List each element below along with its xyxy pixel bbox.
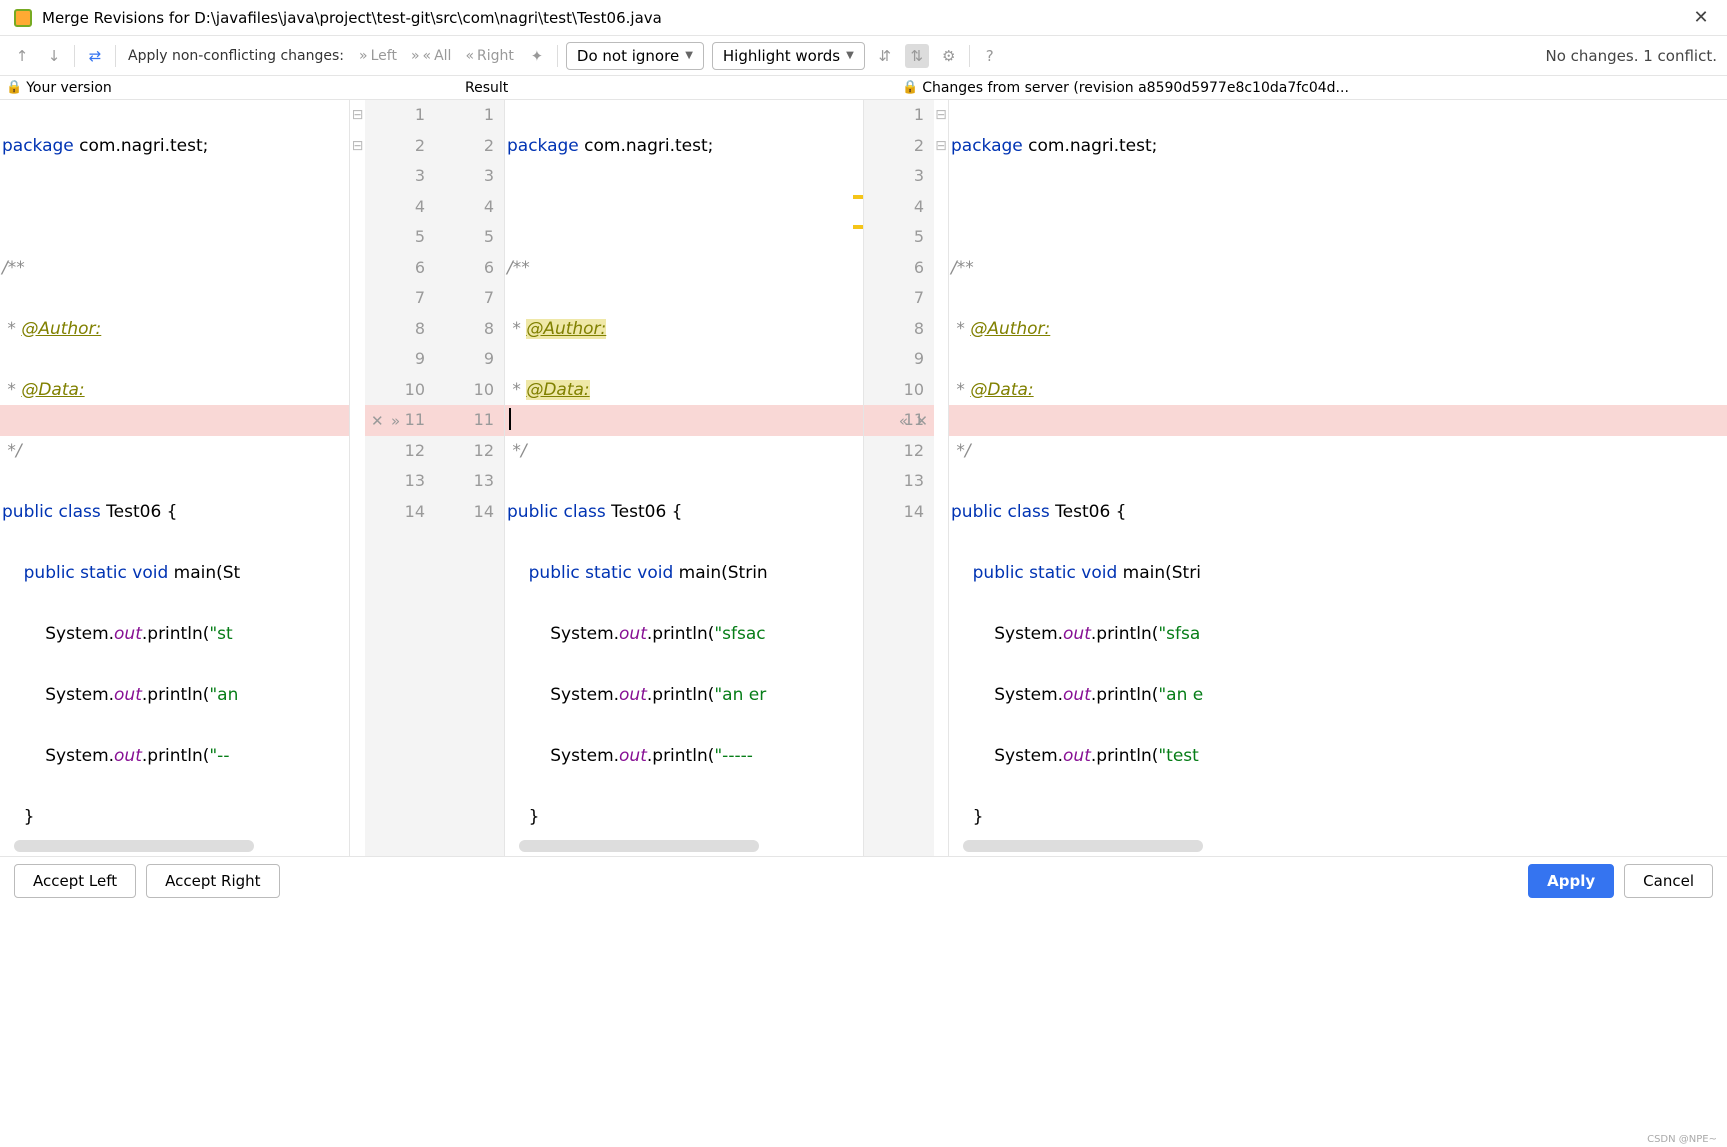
status-text: No changes. 1 conflict. (1546, 47, 1717, 65)
footer: Accept Left Accept Right Apply Cancel (0, 856, 1727, 904)
accept-left-icon[interactable]: » (391, 412, 400, 430)
merge-icon[interactable]: ⇄ (83, 44, 107, 68)
fold-icon[interactable]: ⊟ (350, 131, 365, 162)
apply-left-action[interactable]: »Left (359, 48, 397, 64)
sync-scroll-icon[interactable]: ⇅ (905, 44, 929, 68)
editor-area: package com.nagri.test; /** * @Author: *… (0, 100, 1727, 856)
help-icon[interactable]: ? (978, 44, 1002, 68)
gear-icon[interactable]: ⚙ (937, 44, 961, 68)
ignore-dropdown[interactable]: Do not ignore ▼ (566, 42, 704, 70)
accept-right-button[interactable]: Accept Right (146, 864, 279, 898)
chevron-down-icon: ▼ (846, 50, 854, 61)
lock-icon: 🔒 (6, 80, 22, 95)
magic-wand-icon[interactable]: ✦ (525, 44, 549, 68)
chevrons-right-icon: » (411, 48, 420, 64)
accept-right-icon[interactable]: « (899, 412, 908, 430)
chevrons-left-icon: « (465, 48, 474, 64)
accept-left-button[interactable]: Accept Left (14, 864, 136, 898)
arrow-up-icon[interactable]: ↑ (10, 44, 34, 68)
titlebar: Merge Revisions for D:\javafiles\java\pr… (0, 0, 1727, 36)
chevron-down-icon: ▼ (685, 50, 693, 61)
toolbar: ↑ ↓ ⇄ Apply non-conflicting changes: »Le… (0, 36, 1727, 76)
reject-right-icon[interactable]: ✕ (915, 412, 928, 430)
separator (969, 45, 970, 67)
lock-icon: 🔒 (902, 80, 918, 95)
reject-left-icon[interactable]: ✕ (371, 412, 384, 430)
cancel-button[interactable]: Cancel (1624, 864, 1713, 898)
apply-button[interactable]: Apply (1528, 864, 1614, 898)
mid-panel-label: Result (459, 76, 896, 99)
chevrons-left-icon: « (423, 48, 432, 64)
app-icon (14, 9, 32, 27)
apply-all-action[interactable]: »«All (411, 48, 452, 64)
arrow-down-icon[interactable]: ↓ (42, 44, 66, 68)
left-panel-label: 🔒Your version (0, 76, 459, 99)
separator (115, 45, 116, 67)
left-editor[interactable]: package com.nagri.test; /** * @Author: *… (0, 100, 350, 856)
highlight-dropdown[interactable]: Highlight words ▼ (712, 42, 865, 70)
apply-right-action[interactable]: «Right (465, 48, 513, 64)
fold-icon[interactable]: ⊟ (350, 100, 365, 131)
right-panel-label: 🔒Changes from server (revision a8590d597… (896, 76, 1727, 99)
right-editor[interactable]: package com.nagri.test; /** * @Author: *… (949, 100, 1727, 856)
fold-icon[interactable]: ⊟ (934, 100, 948, 131)
result-editor[interactable]: package com.nagri.test; /** * @Author: *… (505, 100, 864, 856)
separator (557, 45, 558, 67)
chevrons-right-icon: » (359, 48, 368, 64)
apply-label: Apply non-conflicting changes: (128, 48, 344, 64)
separator (74, 45, 75, 67)
collapse-icon[interactable]: ⇵ (873, 44, 897, 68)
close-icon[interactable]: ✕ (1689, 7, 1713, 28)
watermark: CSDN @NPE~ (1647, 1134, 1717, 1145)
fold-icon[interactable]: ⊟ (934, 131, 948, 162)
window-title: Merge Revisions for D:\javafiles\java\pr… (42, 9, 662, 27)
caret (509, 408, 511, 430)
